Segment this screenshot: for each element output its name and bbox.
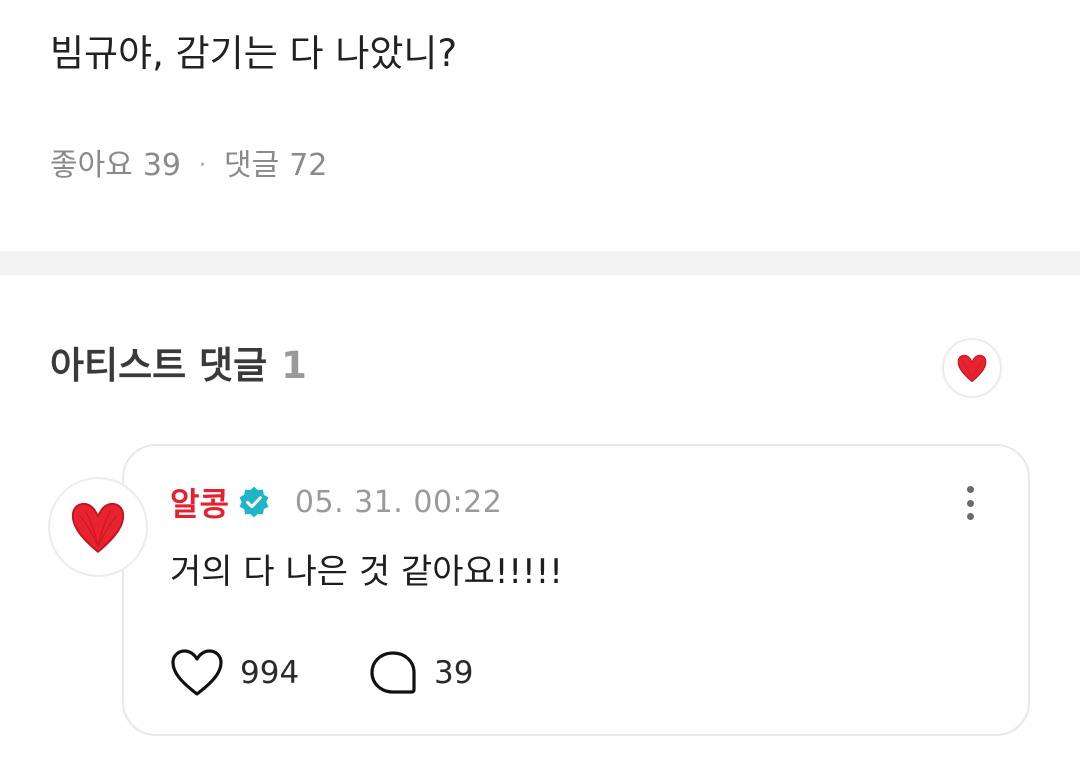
heart-logo-icon xyxy=(71,502,125,554)
comments-count[interactable]: 72 xyxy=(289,146,327,186)
heart-outline-icon xyxy=(171,649,223,696)
verified-badge-icon xyxy=(237,485,271,519)
comments-label[interactable]: 댓글 xyxy=(224,146,279,186)
heart-logo-icon xyxy=(957,354,987,383)
speech-bubble-icon xyxy=(370,651,416,694)
artist-avatar-badge[interactable] xyxy=(942,338,1002,398)
more-dot xyxy=(966,513,974,520)
artist-comments-count: 1 xyxy=(281,344,307,387)
section-divider xyxy=(0,251,1080,275)
post-text: 빔규야, 감기는 다 나았니? xyxy=(50,32,458,75)
post-stats: 좋아요 39 · 댓글 72 xyxy=(50,146,327,186)
reply-button[interactable]: 39 xyxy=(368,647,473,699)
more-dot xyxy=(966,486,974,493)
commenter-avatar[interactable] xyxy=(48,477,148,577)
like-count: 994 xyxy=(240,655,300,691)
likes-label[interactable]: 좋아요 xyxy=(50,146,133,186)
like-button[interactable]: 994 xyxy=(170,647,299,699)
likes-count[interactable]: 39 xyxy=(143,146,181,186)
artist-comments-header: 아티스트 댓글 1 xyxy=(50,340,307,392)
comment-text: 거의 다 나은 것 같아요!!!!! xyxy=(170,552,563,592)
more-dot xyxy=(966,499,974,507)
artist-comments-title: 아티스트 댓글 xyxy=(50,344,268,387)
comment-timestamp: 05. 31. 00:22 xyxy=(294,484,503,520)
more-options-button[interactable] xyxy=(952,480,988,526)
comment-header: 알콩 05. 31. 00:22 xyxy=(170,480,502,524)
reply-count: 39 xyxy=(434,655,474,691)
stats-separator: · xyxy=(199,153,206,178)
comment-author[interactable]: 알콩 xyxy=(170,479,229,525)
